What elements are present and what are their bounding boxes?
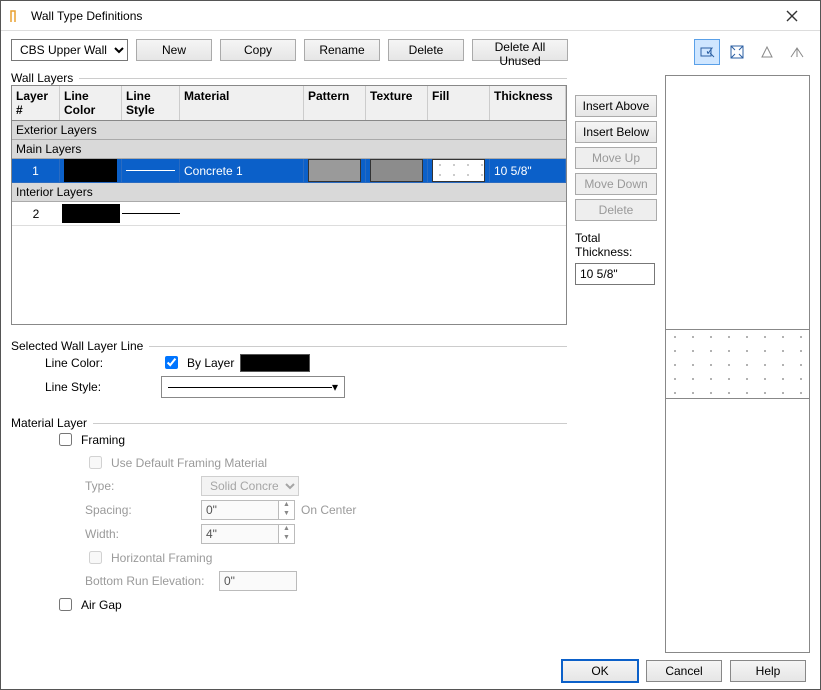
insert-below-button[interactable]: Insert Below [575,121,657,143]
col-line-style[interactable]: Line Style [122,86,180,120]
cancel-button[interactable]: Cancel [646,660,722,682]
width-label: Width: [85,527,195,541]
window-title: Wall Type Definitions [31,9,772,23]
chevron-down-icon: ▾ [332,380,338,394]
spacing-stepper: ▲▼ [201,500,295,520]
cell-line-color[interactable] [60,202,122,225]
col-pattern[interactable]: Pattern [304,86,366,120]
help-button[interactable]: Help [730,660,806,682]
close-button[interactable] [772,2,812,30]
selected-line-section: Selected Wall Layer Line [11,346,567,347]
col-layer[interactable]: Layer # [12,86,60,120]
framing-label: Framing [81,433,125,447]
layer-row-2[interactable]: 2 [12,202,566,226]
spacing-label: Spacing: [85,503,195,517]
preview-toolbar: ✓ [665,39,810,65]
delete-unused-button[interactable]: Delete All Unused [472,39,568,61]
svg-text:✓: ✓ [705,44,715,58]
horizontal-framing-label: Horizontal Framing [111,551,212,565]
layer-row-1[interactable]: 1 Concrete 1 10 5/8" [12,159,566,183]
col-line-color[interactable]: Line Color [60,86,122,120]
cell-line-style[interactable] [122,202,180,225]
total-thickness-input[interactable] [575,263,655,285]
on-center-label: On Center [301,503,356,517]
move-up-button: Move Up [575,147,657,169]
type-row: Type: Solid Concrete [85,476,567,496]
rename-button[interactable]: Rename [304,39,380,61]
line-style-select[interactable]: ▾ [161,376,345,398]
bottom-run-input [219,571,297,591]
group-interior[interactable]: Interior Layers [12,183,566,202]
group-exterior[interactable]: Exterior Layers [12,121,566,140]
ok-button[interactable]: OK [562,660,638,682]
wall-layers-section: Wall Layers [11,78,567,79]
col-texture[interactable]: Texture [366,86,428,120]
line-color-label: Line Color: [45,356,155,370]
framing-checkbox[interactable] [59,433,72,446]
width-input [201,524,279,544]
framing-row: Framing [55,430,567,449]
dialog-button-bar: OK Cancel Help [1,653,820,689]
delete-layer-button: Delete [575,199,657,221]
wall-type-select[interactable]: CBS Upper Wall [11,39,128,61]
cell-line-color[interactable] [60,159,122,183]
by-layer-checkbox[interactable] [165,356,178,369]
cell-line-style[interactable] [122,159,180,183]
cell-pattern[interactable] [304,159,366,183]
cell-texture[interactable] [366,159,428,183]
type-select: Solid Concrete [201,476,299,496]
width-stepper: ▲▼ [201,524,295,544]
cell-material[interactable]: Concrete 1 [180,159,304,183]
total-thickness-label: Total Thickness: [575,231,657,259]
horizontal-framing-row: Horizontal Framing [85,548,567,567]
use-default-checkbox [89,456,102,469]
line-color-row: Line Color: By Layer [45,353,567,372]
insert-above-button[interactable]: Insert Above [575,95,657,117]
horizontal-framing-checkbox [89,551,102,564]
object-select-icon[interactable]: ✓ [694,39,720,65]
orientation-icon[interactable] [784,39,810,65]
use-default-label: Use Default Framing Material [111,456,267,470]
air-gap-checkbox[interactable] [59,598,72,611]
spacing-row: Spacing: ▲▼ On Center [85,500,567,520]
material-layer-section: Material Layer [11,423,567,424]
cell-thickness[interactable]: 10 5/8" [490,159,566,183]
line-color-swatch[interactable] [240,354,310,372]
group-main[interactable]: Main Layers [12,140,566,159]
width-row: Width: ▲▼ [85,524,567,544]
cell-layer-num[interactable]: 1 [12,159,60,183]
air-gap-row: Air Gap [55,595,567,614]
cell-layer-num[interactable]: 2 [12,202,60,225]
preview-pane[interactable] [665,75,810,653]
app-icon [9,8,25,24]
col-material[interactable]: Material [180,86,304,120]
col-fill[interactable]: Fill [428,86,490,120]
air-gap-label: Air Gap [81,598,122,612]
move-down-button: Move Down [575,173,657,195]
fullscreen-icon[interactable] [724,39,750,65]
bottom-run-label: Bottom Run Elevation: [85,574,213,588]
delete-button[interactable]: Delete [388,39,464,61]
type-label: Type: [85,479,195,493]
cell-fill[interactable] [428,159,490,183]
line-style-row: Line Style: ▾ [45,376,567,398]
copy-button[interactable]: Copy [220,39,296,61]
toggle-view-icon[interactable] [754,39,780,65]
titlebar: Wall Type Definitions [1,1,820,31]
spacing-input [201,500,279,520]
use-default-row: Use Default Framing Material [85,453,567,472]
new-button[interactable]: New [136,39,212,61]
by-layer-label: By Layer [187,356,234,370]
wall-layers-grid[interactable]: Layer # Line Color Line Style Material P… [11,85,567,325]
grid-header: Layer # Line Color Line Style Material P… [12,86,566,121]
col-thickness[interactable]: Thickness [490,86,566,120]
bottom-run-row: Bottom Run Elevation: [85,571,567,591]
preview-wall-section [666,329,809,398]
line-style-label: Line Style: [45,380,155,394]
